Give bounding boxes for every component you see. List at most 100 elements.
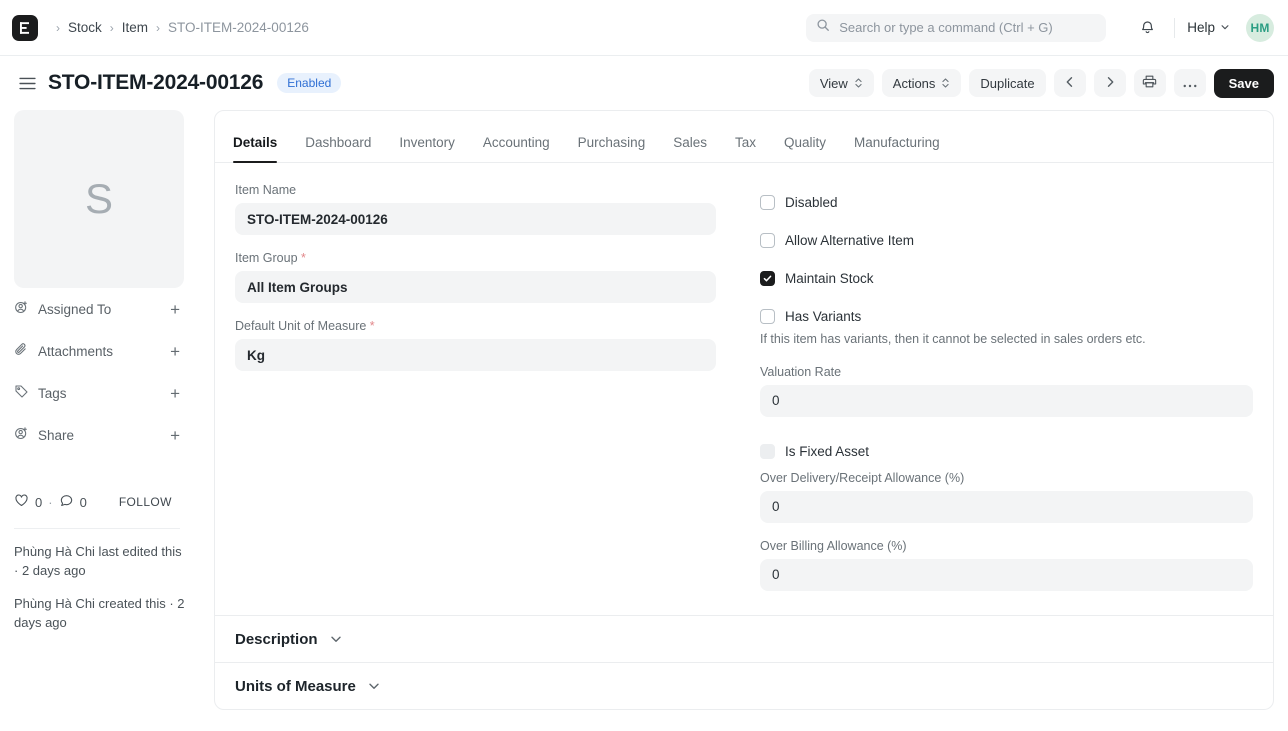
help-label: Help xyxy=(1187,20,1215,35)
default-uom-label: Default Unit of Measure * xyxy=(235,319,716,333)
breadcrumb-separator: › xyxy=(109,20,114,35)
checkbox-has-variants[interactable]: Has Variants xyxy=(760,297,1253,335)
navbar: › Stock › Item › STO-ITEM-2024-00126 Sea… xyxy=(0,0,1288,56)
stats-separator: · xyxy=(48,494,53,510)
sidebar-item-assigned-to[interactable]: Assigned To + xyxy=(14,288,198,330)
item-name-input[interactable] xyxy=(235,203,716,235)
item-group-input[interactable] xyxy=(235,271,716,303)
section-title: Description xyxy=(235,630,318,648)
over-delivery-label: Over Delivery/Receipt Allowance (%) xyxy=(760,470,965,485)
follow-button[interactable]: FOLLOW xyxy=(119,495,172,509)
sidebar-label: Attachments xyxy=(38,343,114,359)
user-plus-icon xyxy=(14,426,29,444)
navbar-right: Search or type a command (Ctrl + G) Help… xyxy=(806,13,1274,43)
sidebar-item-attachments[interactable]: Attachments + xyxy=(14,330,198,372)
checkbox-box xyxy=(760,444,775,459)
printer-icon xyxy=(1142,74,1157,92)
form-column-right: Disabled Allow Alternative Item Maintain… xyxy=(744,183,1253,615)
checkbox-box[interactable] xyxy=(760,194,775,210)
erpnext-logo-icon[interactable] xyxy=(12,14,38,41)
page-header: STO-ITEM-2024-00126 Enabled View Actions… xyxy=(0,56,1288,110)
hamburger-icon[interactable] xyxy=(14,70,40,96)
like-count: 0 xyxy=(35,494,43,510)
checkbox-label: Maintain Stock xyxy=(785,270,874,286)
tab-tax[interactable]: Tax xyxy=(721,135,770,162)
breadcrumb-item-stock[interactable]: Stock xyxy=(68,20,102,35)
heart-icon[interactable] xyxy=(14,493,29,511)
bell-icon[interactable] xyxy=(1132,13,1162,43)
tab-purchasing[interactable]: Purchasing xyxy=(564,135,660,162)
checkbox-box[interactable] xyxy=(760,270,775,286)
checkbox-disabled[interactable]: Disabled xyxy=(760,183,1253,221)
save-button[interactable]: Save xyxy=(1213,68,1274,98)
item-name-label: Item Name xyxy=(235,183,297,197)
item-group-label: Item Group * xyxy=(235,251,716,265)
checkbox-allow-alternative-item[interactable]: Allow Alternative Item xyxy=(760,221,1253,259)
tab-inventory[interactable]: Inventory xyxy=(385,135,469,162)
add-share-button[interactable]: + xyxy=(170,427,198,444)
section-title: Units of Measure xyxy=(235,677,356,695)
tab-sales[interactable]: Sales xyxy=(659,135,721,162)
form-body: Item Name Item Group * Default Unit of M… xyxy=(215,163,1273,615)
next-button[interactable] xyxy=(1093,69,1126,97)
tab-dashboard[interactable]: Dashboard xyxy=(291,135,385,162)
over-billing-input[interactable] xyxy=(760,558,1253,591)
checkbox-maintain-stock[interactable]: Maintain Stock xyxy=(760,259,1253,297)
sidebar-label: Assigned To xyxy=(38,301,112,317)
valuation-rate-label: Valuation Rate xyxy=(760,364,842,379)
checkbox-box[interactable] xyxy=(760,232,775,248)
sidebar-item-share[interactable]: Share + xyxy=(14,414,198,456)
ellipsis-icon xyxy=(1183,76,1197,91)
breadcrumb-item-item[interactable]: Item xyxy=(122,20,148,35)
search-input[interactable]: Search or type a command (Ctrl + G) xyxy=(806,13,1107,42)
paperclip-icon xyxy=(14,342,29,360)
checkbox-label: Disabled xyxy=(785,194,838,210)
has-variants-help-text: If this item has variants, then it canno… xyxy=(760,332,1146,346)
actions-button[interactable]: Actions xyxy=(881,69,962,97)
chevron-down-icon[interactable] xyxy=(329,632,343,646)
valuation-rate-input[interactable] xyxy=(760,384,1253,417)
actions-label: Actions xyxy=(892,75,936,91)
item-group-label-text: Item Group xyxy=(235,251,298,265)
tab-quality[interactable]: Quality xyxy=(770,135,840,162)
duplicate-button[interactable]: Duplicate xyxy=(969,69,1046,97)
chevron-down-icon xyxy=(1220,20,1230,35)
prev-button[interactable] xyxy=(1053,69,1086,97)
add-tag-button[interactable]: + xyxy=(170,385,198,402)
sidebar-item-tags[interactable]: Tags + xyxy=(14,372,198,414)
tab-details[interactable]: Details xyxy=(219,135,291,163)
help-menu[interactable]: Help xyxy=(1187,20,1230,35)
form-column-left: Item Name Item Group * Default Unit of M… xyxy=(235,183,744,615)
add-attachment-button[interactable]: + xyxy=(170,343,198,360)
view-button[interactable]: View xyxy=(808,69,874,97)
section-description[interactable]: Description xyxy=(215,615,1273,662)
checkbox-box[interactable] xyxy=(760,308,775,324)
field-over-billing-allowance: Over Billing Allowance (%) xyxy=(760,539,1253,591)
breadcrumb-separator: › xyxy=(56,20,60,35)
checkbox-label: Is Fixed Asset xyxy=(785,444,870,459)
avatar[interactable]: HM xyxy=(1246,13,1274,42)
add-assigned-to-button[interactable]: + xyxy=(170,301,198,318)
status-badge: Enabled xyxy=(277,73,342,93)
tab-accounting[interactable]: Accounting xyxy=(469,135,564,162)
default-uom-input[interactable] xyxy=(235,339,716,371)
print-button[interactable] xyxy=(1133,69,1166,97)
field-default-uom: Default Unit of Measure * xyxy=(235,319,716,371)
sidebar-label: Share xyxy=(38,427,75,443)
over-delivery-input[interactable] xyxy=(760,490,1253,523)
tab-manufacturing[interactable]: Manufacturing xyxy=(840,135,954,162)
comment-icon[interactable] xyxy=(59,493,74,511)
field-valuation-rate: Valuation Rate xyxy=(760,365,1253,417)
field-item-name: Item Name xyxy=(235,183,716,235)
chevron-left-icon xyxy=(1064,76,1076,91)
tag-icon xyxy=(14,384,29,402)
required-marker: * xyxy=(301,251,306,265)
sidebar-label: Tags xyxy=(38,385,67,401)
chevron-down-icon[interactable] xyxy=(367,679,381,693)
field-over-delivery-allowance: Over Delivery/Receipt Allowance (%) xyxy=(760,471,1253,523)
more-options-button[interactable] xyxy=(1173,69,1206,97)
required-marker: * xyxy=(369,319,375,333)
item-image-placeholder[interactable]: S xyxy=(14,110,184,288)
section-units-of-measure[interactable]: Units of Measure xyxy=(215,662,1273,709)
sidebar-stats: 0 · 0 FOLLOW xyxy=(14,482,198,522)
